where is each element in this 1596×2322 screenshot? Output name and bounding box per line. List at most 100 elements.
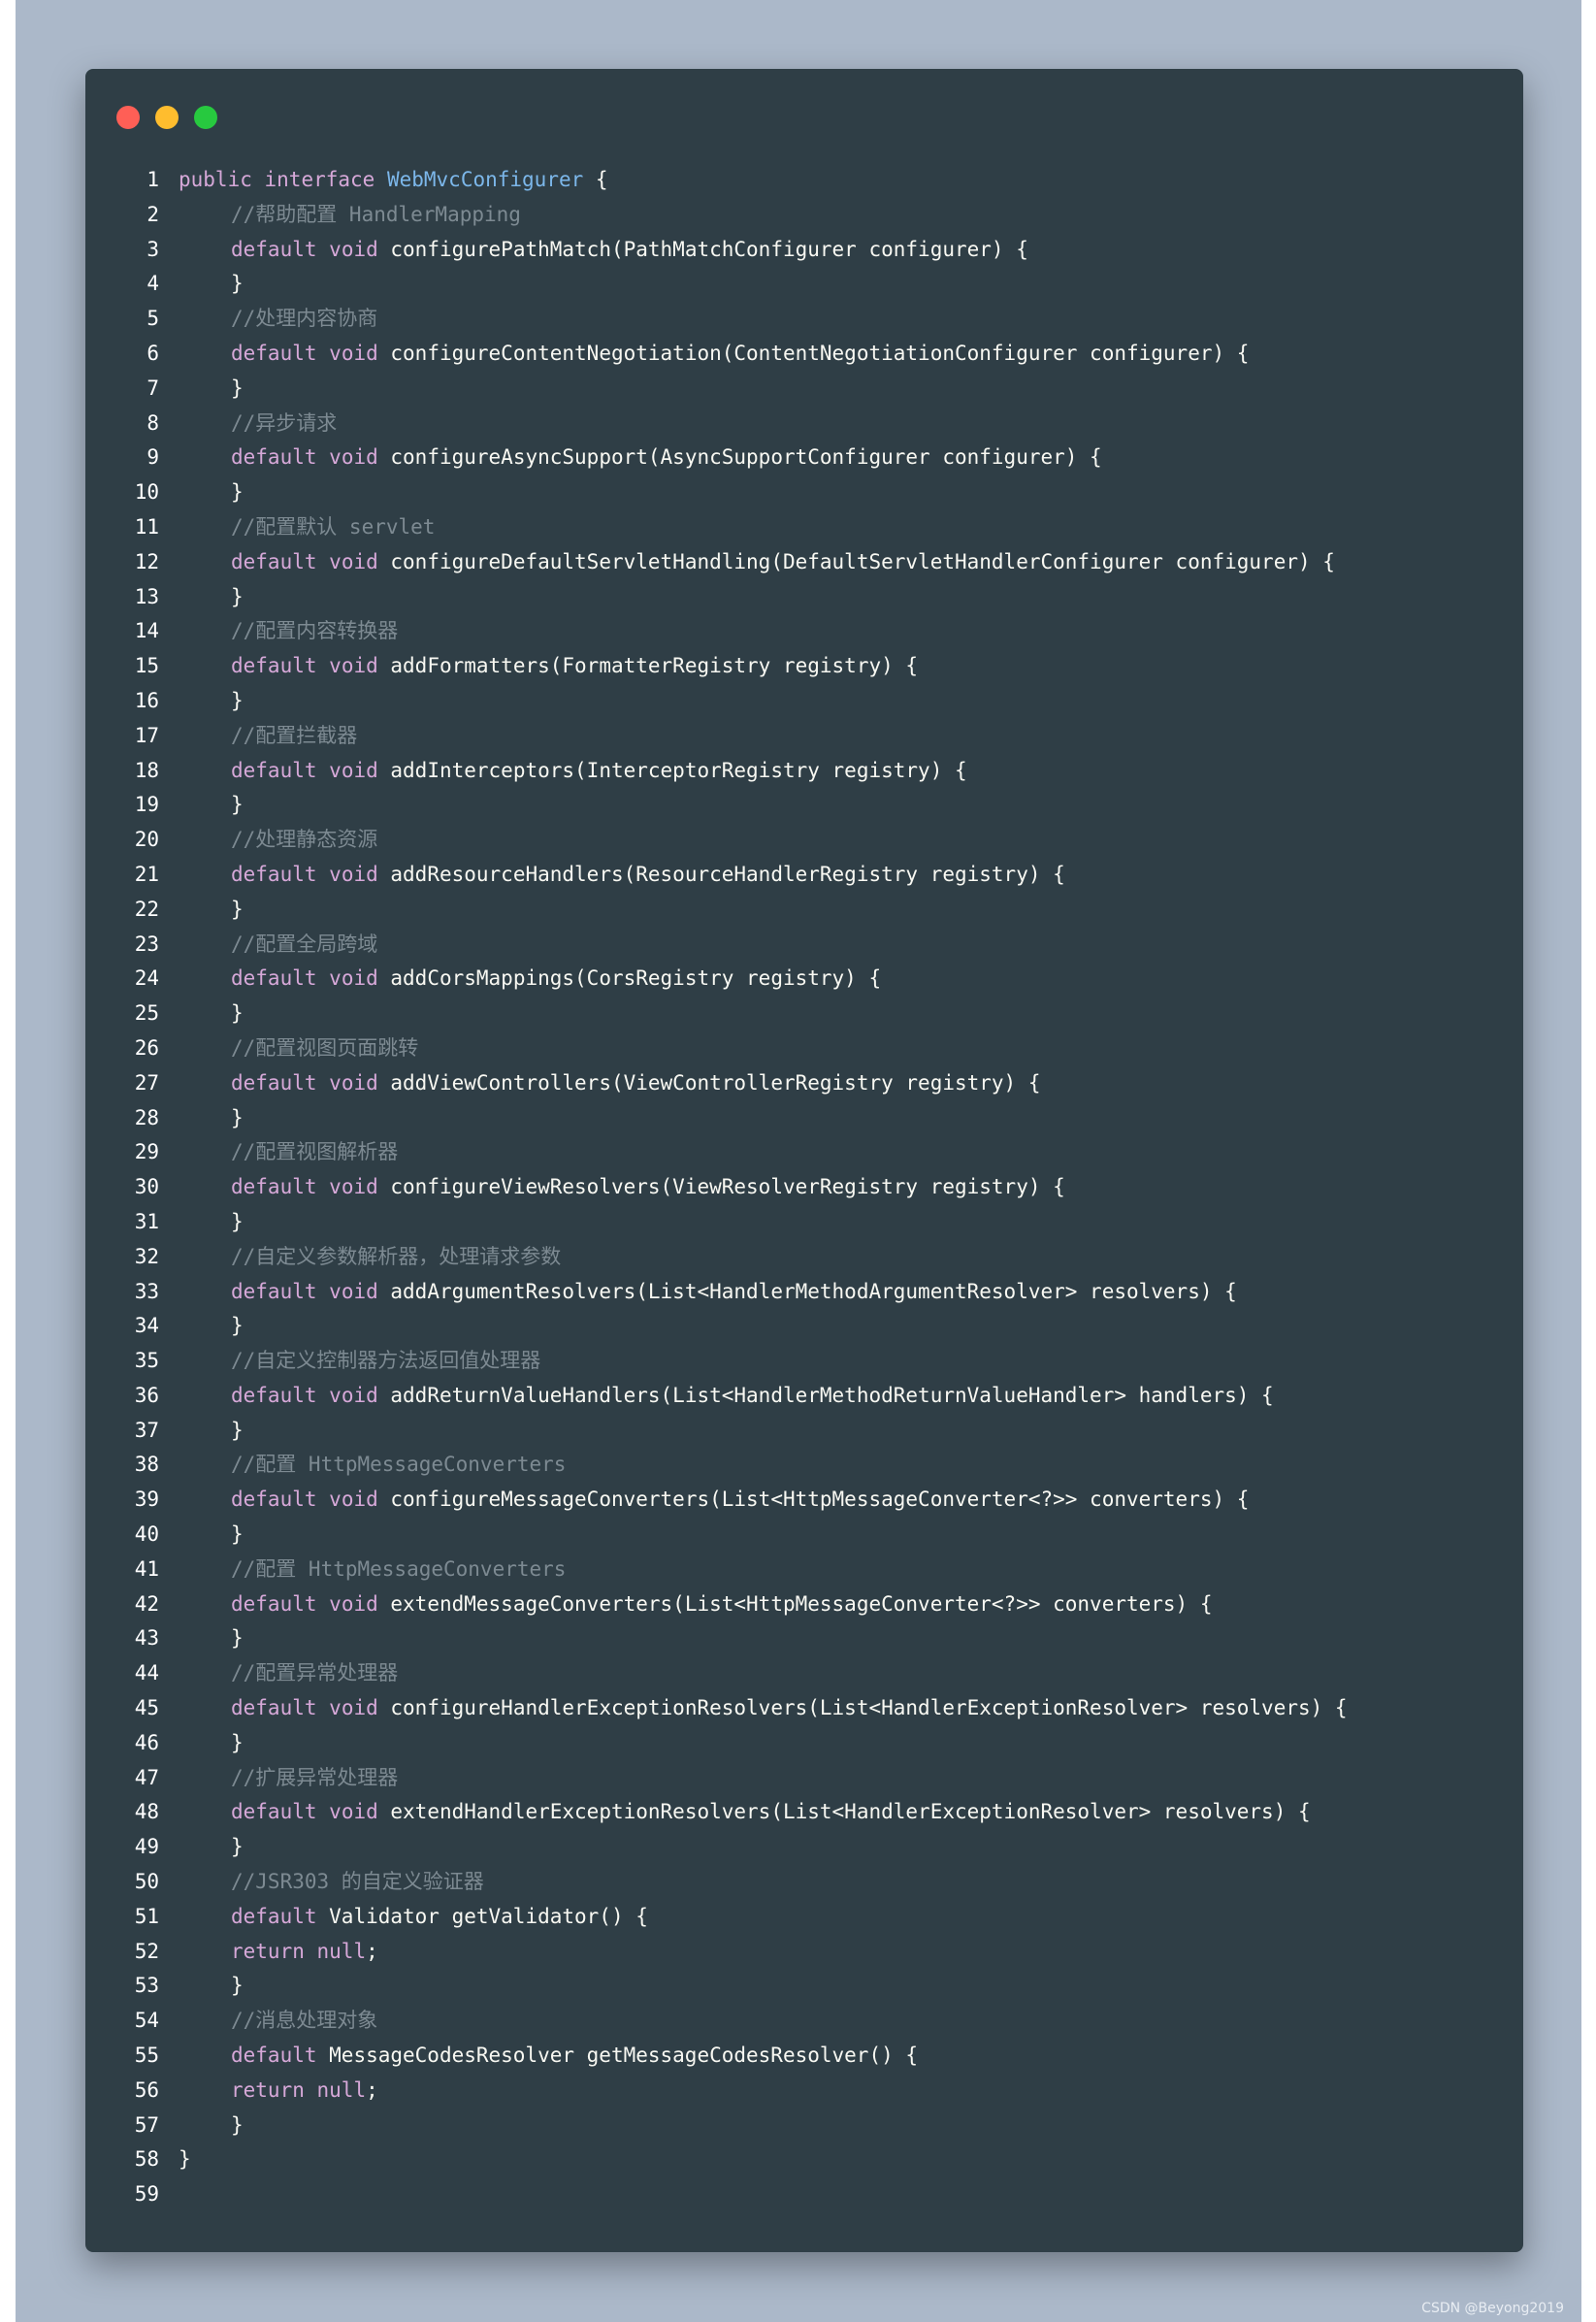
- code-keyword: interface: [264, 168, 375, 191]
- code-text: default void addArgumentResolvers(List<H…: [179, 1275, 1237, 1310]
- code-text: }: [179, 475, 244, 510]
- line-number: 2: [147, 202, 159, 226]
- line-number: 18: [134, 758, 159, 782]
- line-number: 20: [134, 828, 159, 852]
- code-line: 11 //配置默认 servlet: [124, 510, 1502, 545]
- code-keyword: void: [329, 1070, 378, 1095]
- code-token: addCorsMappings(CorsRegistry registry) {: [377, 966, 882, 991]
- minimize-dot-icon[interactable]: [155, 106, 179, 129]
- line-number: 21: [134, 862, 159, 886]
- code-keyword: default: [231, 1591, 317, 1616]
- code-line: 28}: [124, 1101, 1502, 1136]
- line-number: 37: [134, 1418, 159, 1442]
- line-number: 44: [134, 1661, 159, 1685]
- code-line: 48 default void extendHandlerExceptionRes…: [124, 1795, 1502, 1830]
- code-line: 50 //JSR303 的自定义验证器: [124, 1865, 1502, 1900]
- line-number: 26: [134, 1035, 159, 1060]
- code-token: }: [231, 1974, 244, 1998]
- code-text: //消息处理对象: [179, 2004, 377, 2039]
- line-number: 11: [134, 514, 159, 539]
- code-token: }: [231, 688, 244, 712]
- code-token: }: [231, 376, 244, 400]
- code-token: configureMessageConverters(List<HttpMess…: [377, 1488, 1250, 1512]
- code-keyword: default: [231, 549, 317, 573]
- code-token: }: [231, 1001, 244, 1026]
- code-token: }: [179, 2147, 191, 2172]
- code-keyword: null: [316, 1939, 367, 1963]
- code-line: 36 default void addReturnValueHandlers(Li…: [124, 1379, 1502, 1414]
- code-text: }: [179, 1518, 244, 1553]
- code-line: 59: [124, 2177, 1502, 2212]
- code-comment: //异步请求: [231, 410, 338, 435]
- code-text: default void extendMessageConverters(Lis…: [179, 1587, 1212, 1622]
- line-number: 12: [134, 549, 159, 573]
- code-comment: //消息处理对象: [231, 2009, 378, 2033]
- code-comment: //配置拦截器: [231, 723, 358, 747]
- code-text: //处理静态资源: [179, 823, 377, 858]
- code-line: 39 default void configureMessageConverter…: [124, 1483, 1502, 1518]
- code-line: 30 default void configureViewResolvers(Vi…: [124, 1170, 1502, 1205]
- code-token: }: [231, 1730, 244, 1754]
- line-number: 8: [147, 410, 159, 435]
- code-keyword: default: [231, 1904, 317, 1928]
- line-number: 43: [134, 1626, 159, 1651]
- code-text: default void addInterceptors(Interceptor…: [179, 754, 967, 789]
- code-keyword: void: [329, 1279, 378, 1303]
- code-token: }: [231, 2112, 244, 2137]
- code-line: 10}: [124, 475, 1502, 510]
- code-text: default void addResourceHandlers(Resourc…: [179, 858, 1065, 893]
- maximize-dot-icon[interactable]: [194, 106, 217, 129]
- code-text: //异步请求: [179, 407, 337, 442]
- code-line: 43}: [124, 1621, 1502, 1656]
- code-line: 19}: [124, 788, 1502, 823]
- code-text: //扩展异常处理器: [179, 1761, 398, 1796]
- close-dot-icon[interactable]: [116, 106, 140, 129]
- code-keyword: default: [231, 1175, 317, 1199]
- code-line: 15 default void addFormatters(FormatterRe…: [124, 649, 1502, 684]
- code-text: //配置拦截器: [179, 719, 357, 754]
- line-number: 34: [134, 1314, 159, 1338]
- code-comment: //处理静态资源: [231, 828, 378, 852]
- code-text: //配置全局跨域: [179, 928, 377, 963]
- code-keyword: void: [329, 1591, 378, 1616]
- code-text: //配置视图解析器: [179, 1135, 398, 1170]
- code-token: extendHandlerExceptionResolvers(List<Han…: [377, 1800, 1311, 1824]
- code-line: 55 default MessageCodesResolver getMessag…: [124, 2039, 1502, 2074]
- line-number: 33: [134, 1279, 159, 1303]
- line-number: 51: [134, 1904, 159, 1928]
- code-keyword: default: [231, 654, 317, 678]
- code-text: //自定义参数解析器，处理请求参数: [179, 1240, 561, 1275]
- code-keyword: void: [329, 237, 378, 261]
- code-token: }: [231, 480, 244, 505]
- code-keyword: void: [329, 1800, 378, 1824]
- line-number: 16: [134, 688, 159, 712]
- code-token: }: [231, 1522, 244, 1547]
- code-token: addArgumentResolvers(List<HandlerMethodA…: [377, 1279, 1237, 1303]
- code-keyword: return: [231, 1939, 305, 1963]
- code-token: addResourceHandlers(ResourceHandlerRegis…: [377, 862, 1065, 886]
- code-line: 52 return null;: [124, 1935, 1502, 1970]
- code-token: Validator getValidator() {: [316, 1904, 648, 1928]
- line-number: 32: [134, 1244, 159, 1268]
- line-number: 39: [134, 1488, 159, 1512]
- code-line: 3 default void configurePathMatch(PathMat…: [124, 233, 1502, 268]
- code-text: //配置默认 servlet: [179, 510, 435, 545]
- code-line: 54 //消息处理对象: [124, 2004, 1502, 2039]
- code-token: ;: [366, 1939, 378, 1963]
- code-keyword: void: [329, 549, 378, 573]
- line-number: 38: [134, 1453, 159, 1477]
- code-text: default void configureDefaultServletHand…: [179, 545, 1335, 580]
- code-text: default void addReturnValueHandlers(List…: [179, 1379, 1274, 1414]
- line-number: 46: [134, 1730, 159, 1754]
- code-text: default void configureAsyncSupport(Async…: [179, 441, 1102, 475]
- code-window: 1 public interface WebMvcConfigurer {2//帮…: [85, 69, 1523, 2252]
- line-number: 28: [134, 1105, 159, 1129]
